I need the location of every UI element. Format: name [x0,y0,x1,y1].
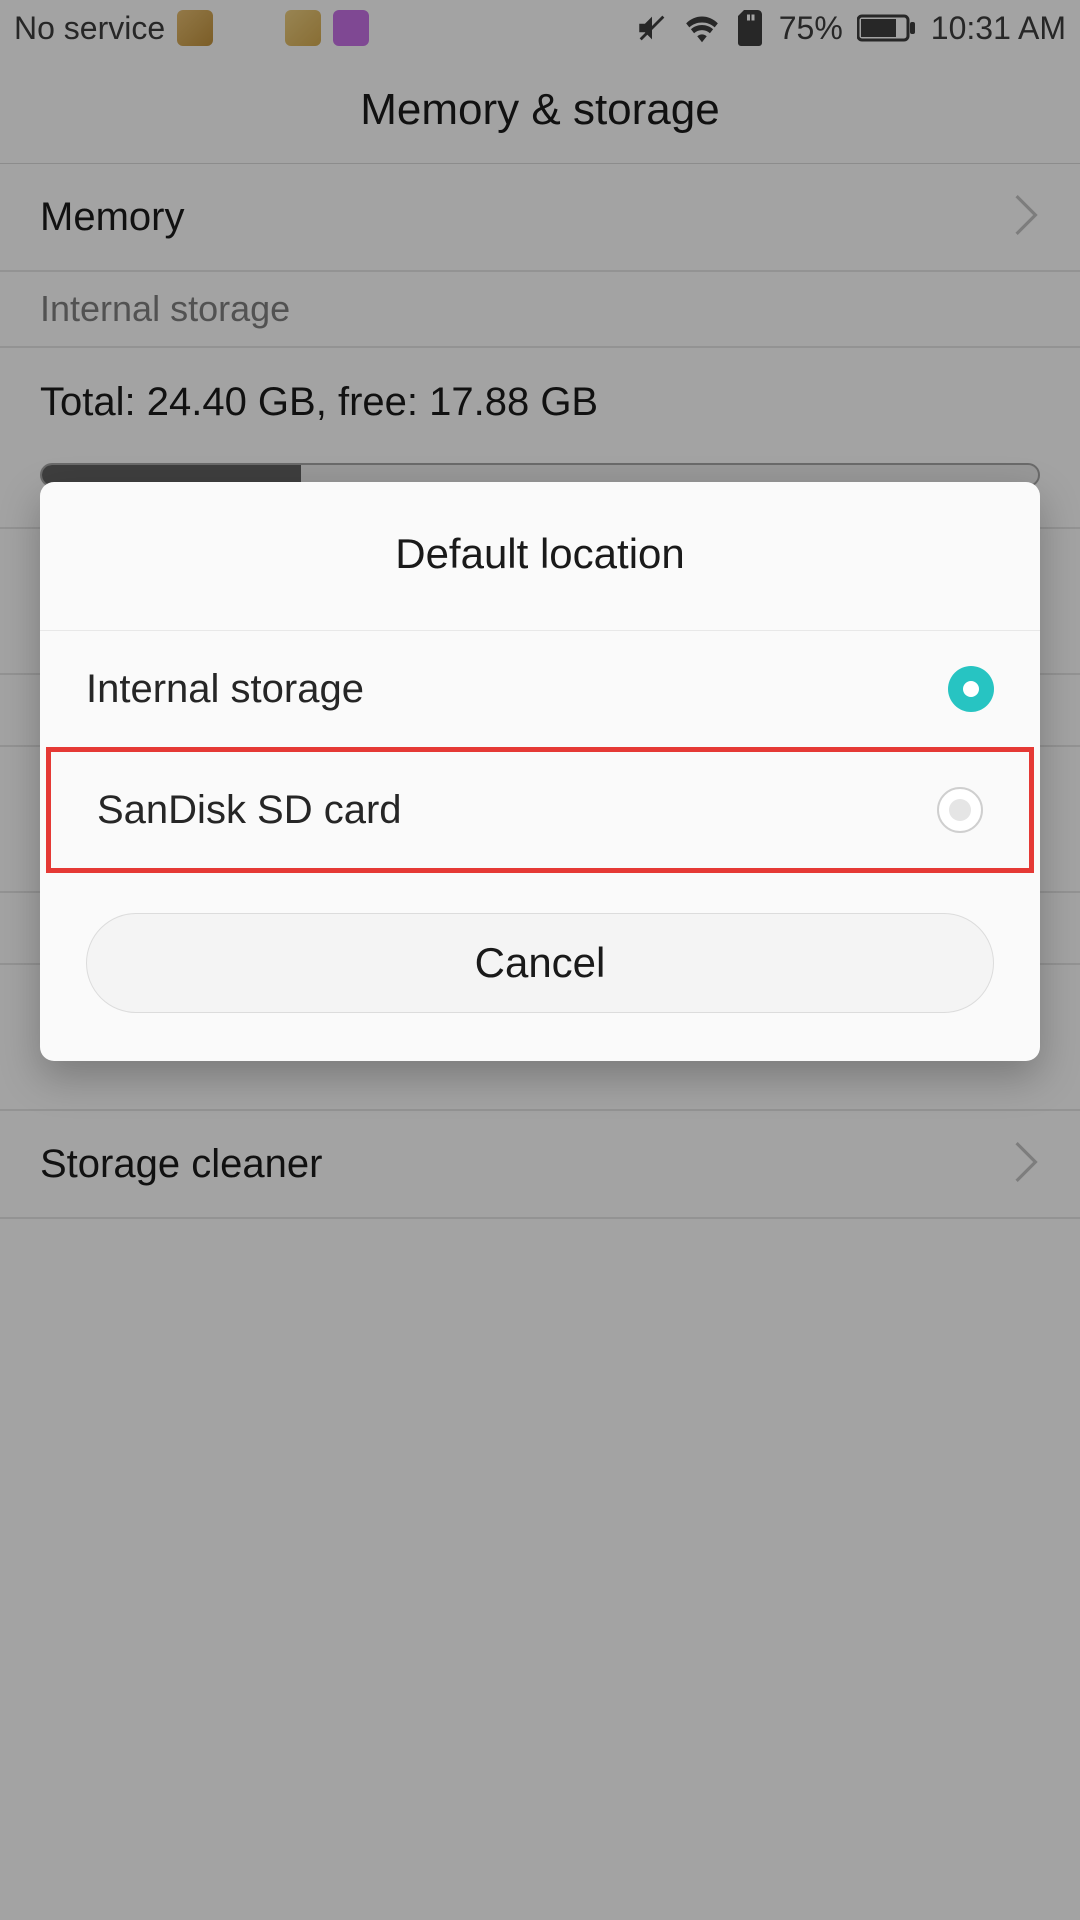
option-sd-card[interactable]: SanDisk SD card [51,752,1029,868]
cancel-label: Cancel [475,939,606,987]
option-label: SanDisk SD card [97,788,402,833]
radio-selected-icon [948,666,994,712]
option-label: Internal storage [86,667,364,712]
option-internal-storage[interactable]: Internal storage [40,631,1040,747]
annotation-highlight: SanDisk SD card [46,747,1034,873]
default-location-dialog: Default location Internal storage SanDis… [40,482,1040,1061]
radio-unselected-icon [937,787,983,833]
dialog-title: Default location [40,482,1040,631]
cancel-button[interactable]: Cancel [86,913,994,1013]
